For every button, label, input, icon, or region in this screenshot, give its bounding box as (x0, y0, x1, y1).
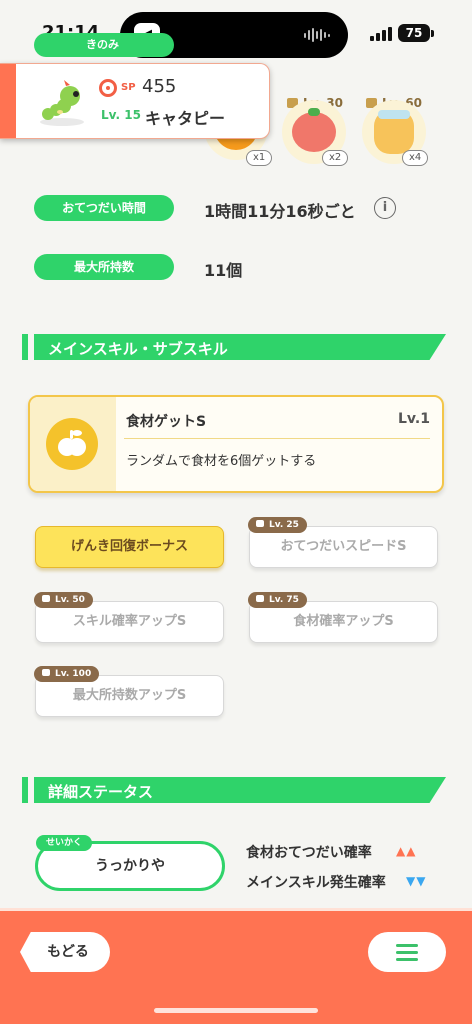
lock-icon (256, 520, 264, 527)
sp-label: SP (121, 82, 136, 93)
max-carry-label: 最大所持数 (34, 254, 174, 280)
main-skill-description: ランダムで食材を6個ゲットする (126, 454, 317, 469)
ingredient-qty: x4 (402, 150, 429, 166)
up-arrows-icon: ▲▲ (396, 844, 417, 858)
down-arrows-icon: ▼▼ (406, 874, 427, 888)
sub-skill-unlock-tag: Lv. 75 (248, 592, 307, 608)
menu-button[interactable] (368, 932, 446, 972)
audio-wave-icon (304, 27, 330, 43)
nature-down-effect: メインスキル発生確率 (246, 875, 386, 891)
sub-skill-unlock-tag: Lv. 50 (34, 592, 93, 608)
home-indicator[interactable] (154, 1008, 318, 1013)
sub-skill-unlock-tag: Lv. 25 (248, 517, 307, 533)
info-icon[interactable]: i (374, 197, 396, 219)
section-title: メインスキル・サブスキル (48, 340, 228, 358)
caterpie-sprite-icon (36, 80, 88, 128)
ingredient-qty: x1 (246, 150, 273, 166)
apple-skill-icon (46, 418, 98, 470)
battery-icon: 75 (398, 24, 430, 42)
battery-tip (431, 30, 434, 37)
pokeball-icon (99, 79, 117, 97)
nature-up-effect: 食材おてつだい確率 (246, 845, 372, 861)
details-section-header: 詳細ステータス (22, 777, 446, 803)
lock-icon (256, 595, 264, 602)
help-time-label: おてつだい時間 (34, 195, 174, 221)
lock-icon (42, 669, 50, 676)
divider (124, 438, 430, 439)
pokemon-card-accent (0, 64, 16, 138)
skills-section-header: メインスキル・サブスキル (22, 334, 446, 360)
sub-skill-button[interactable]: げんき回復ボーナス (35, 526, 224, 568)
pokemon-level: Lv. 15 (101, 108, 141, 122)
main-skill-level: Lv.1 (398, 411, 430, 427)
help-time-value: 1時間11分16秒ごと (204, 202, 356, 221)
sp-value: 455 (142, 76, 177, 97)
main-skill-name: 食材ゲットS (126, 414, 207, 430)
back-button[interactable]: もどる (20, 932, 110, 972)
honey-jar-ingredient-icon (374, 110, 414, 154)
signal-icon (370, 27, 392, 41)
section-title: 詳細ステータス (48, 783, 154, 801)
pokemon-name: キャタピー (145, 109, 226, 128)
berry-label: きのみ (34, 33, 174, 57)
lock-icon (42, 595, 50, 602)
tomato-ingredient-icon (292, 108, 336, 152)
ingredient-qty: x2 (322, 150, 349, 166)
max-carry-value: 11個 (204, 261, 243, 280)
nature-tag: せいかく (36, 835, 93, 851)
sub-skill-unlock-tag: Lv. 100 (34, 666, 100, 682)
